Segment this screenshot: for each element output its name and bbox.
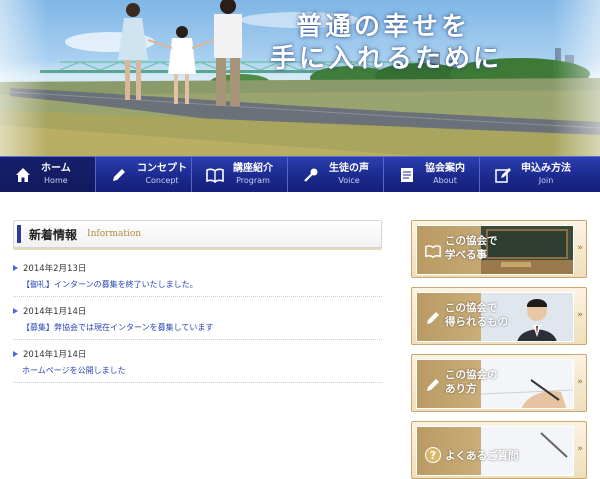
triangle-bullet-icon [13, 308, 18, 314]
banner-learn-line1: この協会で [445, 235, 498, 247]
news-link[interactable]: 【御礼】インターンの募集を終了いたしました。 [13, 279, 382, 290]
nav-home-sublabel: Home [44, 175, 68, 185]
nav-program-sublabel: Program [236, 175, 270, 185]
nav-concept-sublabel: Concept [145, 175, 179, 185]
banner-learn[interactable]: この協会で 学べる事 » [411, 220, 587, 278]
banner-philosophy-line2: あり方 [445, 383, 477, 396]
banner-faq-line1: よくあるご質問 [445, 450, 519, 462]
banner-benefits-line2: 得られるもの [445, 316, 508, 329]
nav-item-about[interactable]: 協会案内 About [384, 157, 480, 192]
double-chevron-right-icon: » [577, 243, 583, 253]
banner-philosophy-line1: この協会の [445, 369, 498, 381]
nav-item-concept[interactable]: コンセプト Concept [96, 157, 192, 192]
nav-join-label: 申込み方法 [521, 163, 571, 175]
nav-join-sublabel: Join [538, 175, 554, 185]
hero-slogan-line2: 手に入れるために [269, 44, 502, 74]
header-accent-bar [17, 225, 21, 243]
banner-philosophy[interactable]: この協会の あり方 » [411, 354, 587, 412]
list-item: 2014年1月14日 【募集】弊協会では現在インターンを募集しています [13, 301, 382, 340]
svg-text:?: ? [430, 449, 436, 462]
banner-learn-line2: 学べる事 [445, 249, 487, 262]
nav-home-label: ホーム [41, 163, 71, 175]
microphone-icon [302, 166, 320, 184]
news-section-title: 新着情報 [29, 227, 78, 242]
pencil-icon [425, 310, 441, 326]
book-icon [425, 243, 441, 259]
nav-item-join[interactable]: 申込み方法 Join [480, 157, 600, 192]
nav-item-home[interactable]: ホーム Home [0, 157, 96, 192]
nav-about-label: 協会案内 [425, 163, 465, 175]
document-icon [398, 166, 416, 184]
nav-program-label: 講座紹介 [233, 163, 273, 175]
question-icon: ? [425, 447, 441, 463]
news-date: 2014年2月13日 [23, 264, 87, 274]
news-link[interactable]: ホームページを公開しました [13, 365, 382, 376]
banner-benefits[interactable]: この協会で 得られるもの » [411, 287, 587, 345]
nav-item-voice[interactable]: 生徒の声 Voice [288, 157, 384, 192]
news-section-subtitle: Information [87, 229, 142, 239]
news-link[interactable]: 【募集】弊協会では現在インターンを募集しています [13, 322, 382, 333]
pencil-icon [110, 166, 128, 184]
hero-banner: 普通の幸せを 手に入れるために [0, 0, 600, 156]
banner-benefits-line1: この協会で [445, 302, 498, 314]
home-icon [14, 166, 32, 184]
double-chevron-right-icon: » [577, 444, 583, 454]
nav-about-sublabel: About [433, 175, 457, 185]
nav-voice-sublabel: Voice [338, 175, 360, 185]
news-date: 2014年1月14日 [23, 307, 87, 317]
book-icon [206, 166, 224, 184]
pencil-icon [425, 377, 441, 393]
list-item: 2014年2月13日 【御礼】インターンの募集を終了いたしました。 [13, 258, 382, 297]
double-chevron-right-icon: » [577, 310, 583, 320]
list-item: 2014年1月14日 ホームページを公開しました [13, 344, 382, 383]
news-section-header: 新着情報 Information [13, 220, 382, 248]
news-list: 2014年2月13日 【御礼】インターンの募集を終了いたしました。 2014年1… [13, 258, 382, 387]
global-navigation: ホーム Home コンセプト Concept 講座紹介 Program 生徒の声… [0, 156, 600, 192]
triangle-bullet-icon [13, 351, 18, 357]
nav-item-program[interactable]: 講座紹介 Program [192, 157, 288, 192]
nav-voice-label: 生徒の声 [329, 163, 369, 175]
nav-concept-label: コンセプト [137, 163, 187, 175]
triangle-bullet-icon [13, 265, 18, 271]
double-chevron-right-icon: » [577, 377, 583, 387]
edit-icon [494, 166, 512, 184]
banner-faq[interactable]: ? よくあるご質問 » [411, 421, 587, 479]
news-date: 2014年1月14日 [23, 350, 87, 360]
